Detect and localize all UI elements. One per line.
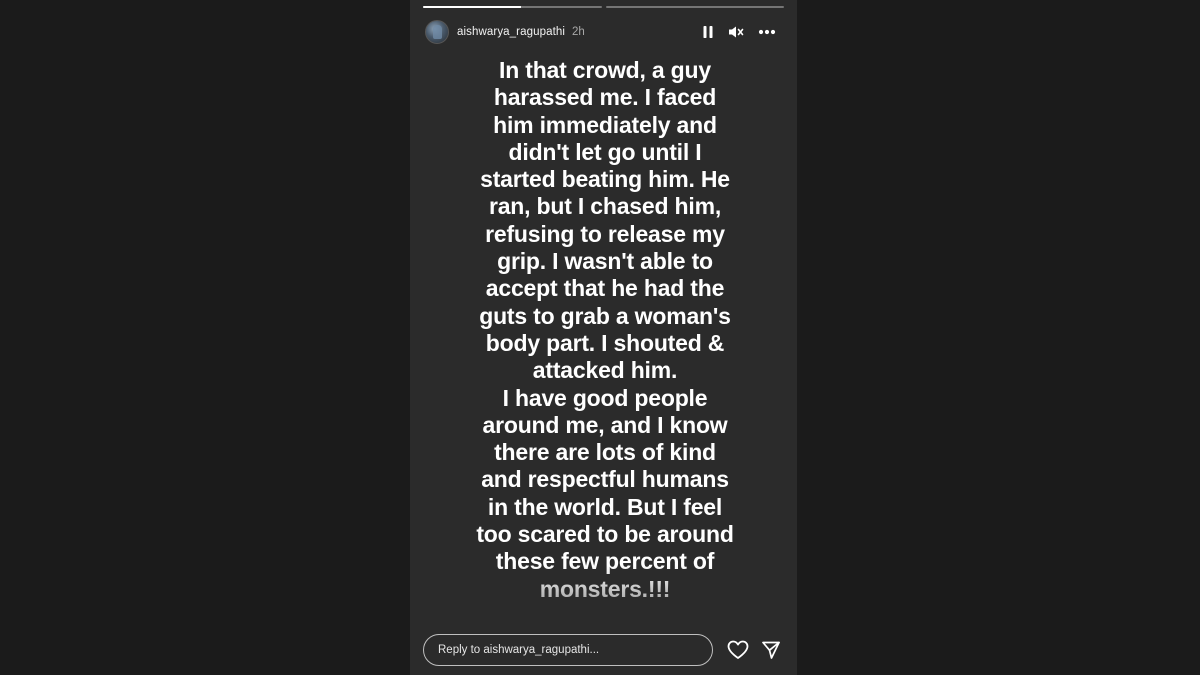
avatar[interactable] (425, 20, 449, 44)
story-progress-bar (423, 6, 784, 8)
story-paragraph: In that crowd, a guy harassed me. I face… (479, 57, 731, 384)
send-icon[interactable] (761, 640, 781, 660)
pause-icon[interactable] (702, 25, 714, 39)
story-controls (702, 25, 776, 39)
heart-icon[interactable] (727, 640, 749, 660)
story-viewer[interactable]: aishwarya_ragupathi 2h In that crowd, a … (410, 0, 797, 675)
more-options-icon[interactable] (758, 29, 776, 35)
story-paragraph: I have good people around me, and I know… (476, 384, 734, 602)
reply-input[interactable] (423, 634, 713, 666)
progress-segment (605, 6, 784, 8)
post-time: 2h (572, 26, 585, 38)
story-header: aishwarya_ragupathi 2h (425, 18, 782, 46)
progress-segment-fill (423, 6, 522, 8)
progress-segment (423, 6, 602, 8)
story-footer (423, 632, 783, 668)
story-text: In that crowd, a guy harassed me. I face… (460, 57, 750, 603)
speaker-muted-icon[interactable] (728, 25, 744, 39)
username[interactable]: aishwarya_ragupathi (457, 26, 565, 38)
page-background: aishwarya_ragupathi 2h In that crowd, a … (0, 0, 1200, 675)
